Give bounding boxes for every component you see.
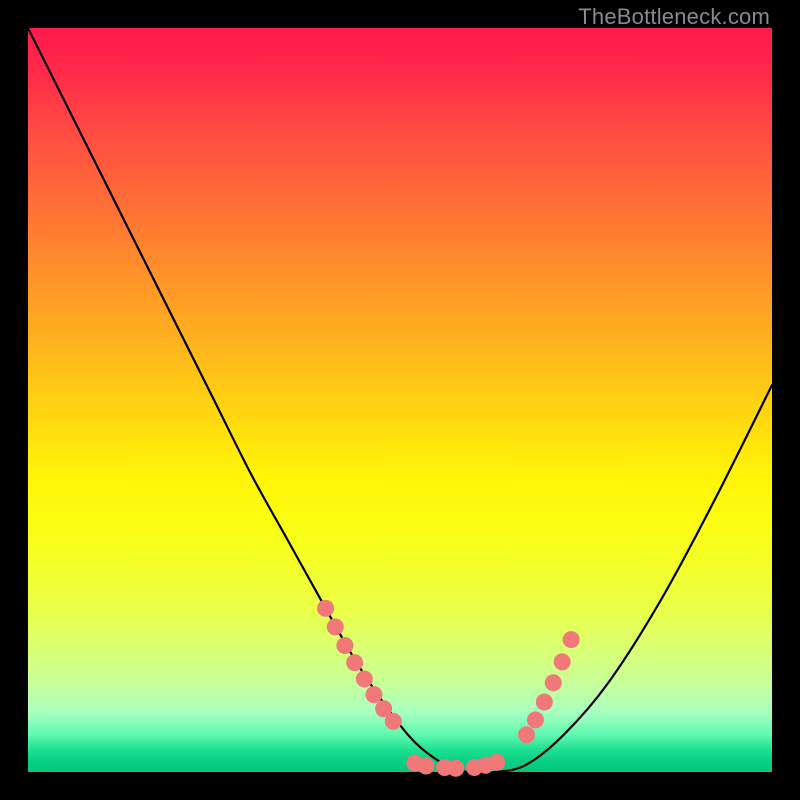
- chart-marker: [447, 760, 464, 777]
- chart-plot-area: [28, 28, 772, 772]
- chart-frame: TheBottleneck.com: [0, 0, 800, 800]
- watermark-text: TheBottleneck.com: [578, 4, 770, 30]
- chart-marker: [346, 654, 363, 671]
- chart-markers: [317, 600, 580, 777]
- chart-marker: [418, 758, 435, 775]
- chart-marker: [317, 600, 334, 617]
- chart-marker: [356, 671, 373, 688]
- chart-marker: [554, 653, 571, 670]
- chart-marker: [518, 726, 535, 743]
- chart-marker: [488, 754, 505, 771]
- chart-marker: [536, 694, 553, 711]
- chart-marker: [385, 713, 402, 730]
- chart-marker: [563, 631, 580, 648]
- chart-marker: [527, 711, 544, 728]
- chart-marker: [327, 618, 344, 635]
- chart-marker: [365, 686, 382, 703]
- chart-svg: [28, 28, 772, 772]
- chart-curve: [28, 28, 772, 773]
- chart-marker: [545, 674, 562, 691]
- chart-marker: [336, 637, 353, 654]
